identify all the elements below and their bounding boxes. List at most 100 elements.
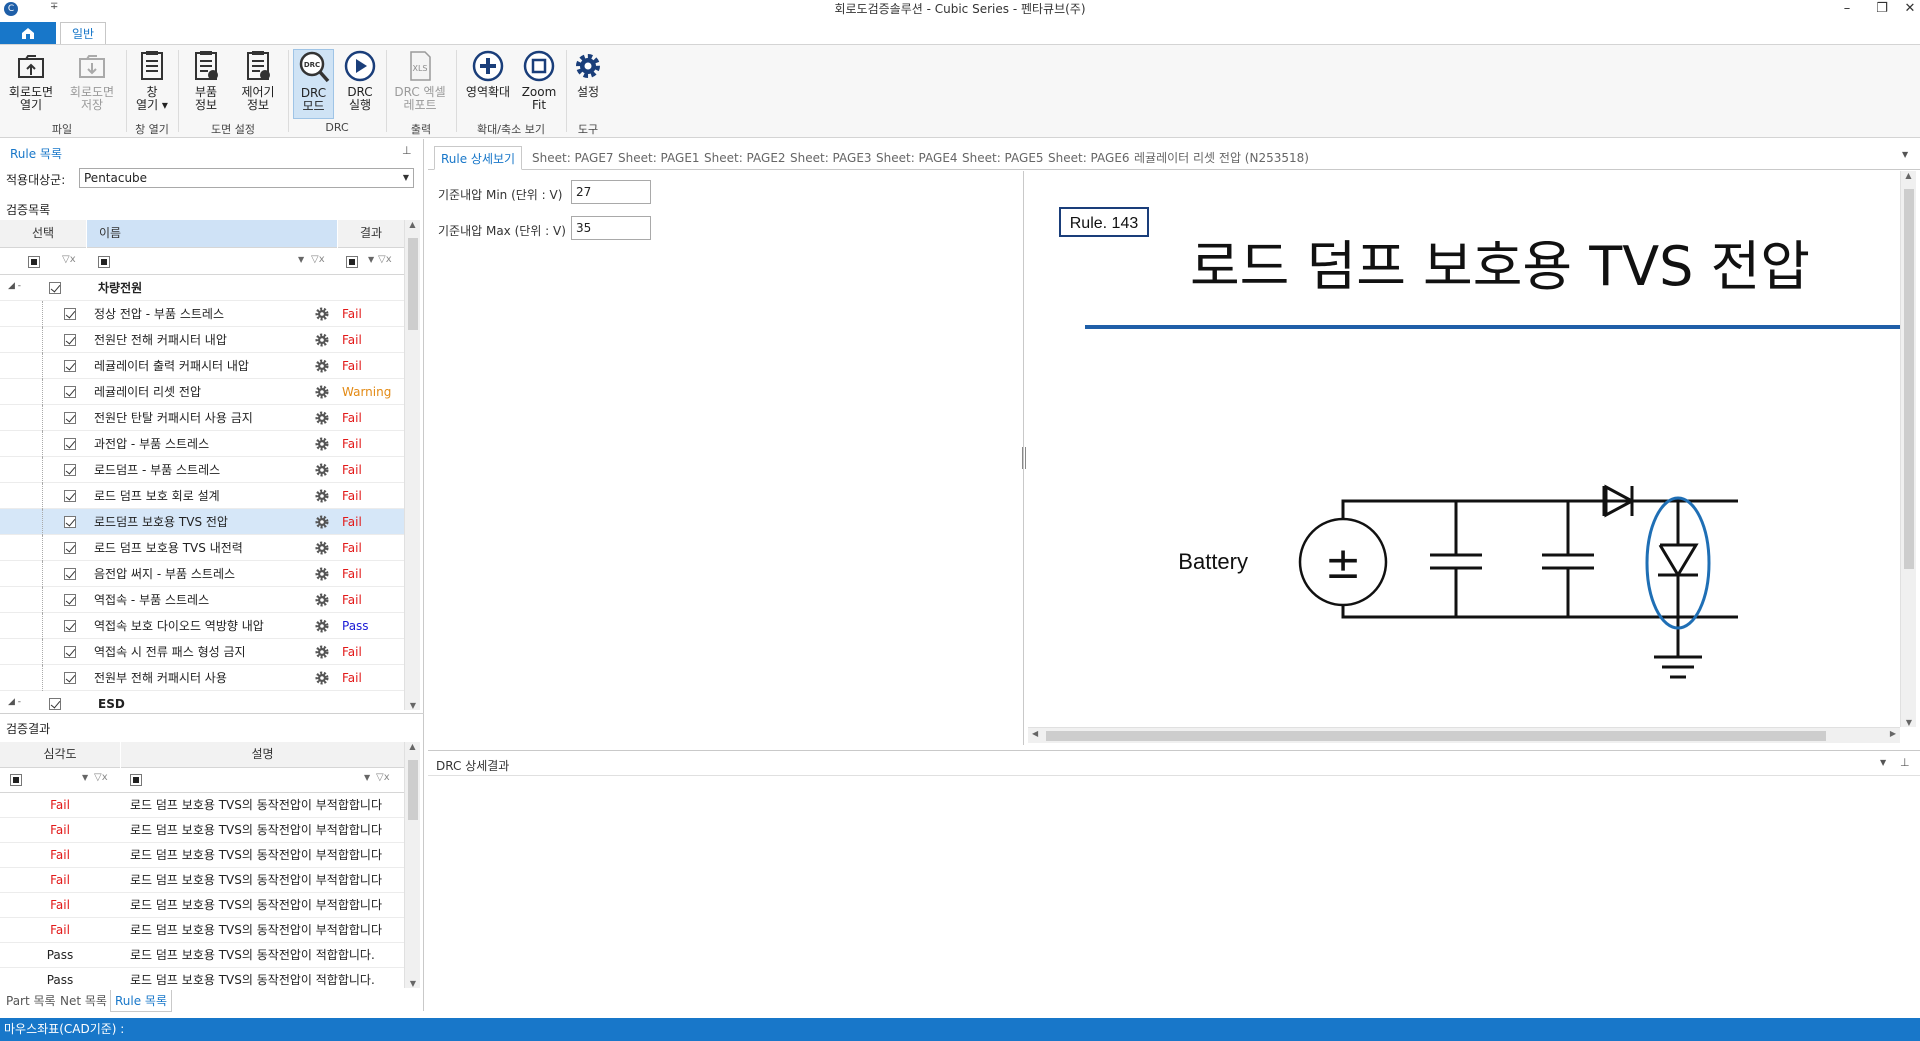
clear-filter-icon[interactable]: ▽x <box>94 772 108 783</box>
max-voltage-input[interactable]: 35 <box>571 216 651 240</box>
gear-icon[interactable] <box>314 644 330 660</box>
column-description[interactable]: 설명 <box>121 742 404 768</box>
part-info-button[interactable]: 부품 정보 <box>186 49 226 119</box>
filter-select-checkbox[interactable] <box>28 256 40 268</box>
scroll-up-icon[interactable]: ▲ <box>405 742 420 751</box>
collapse-icon[interactable]: ◢ - <box>8 281 21 291</box>
scroll-thumb[interactable] <box>1904 189 1914 569</box>
scroll-down-icon[interactable]: ▼ <box>1901 718 1917 727</box>
rule-row[interactable]: 전원단 전해 커패시터 내압 Fail <box>0 327 404 353</box>
group-row[interactable]: ◢ - ESD <box>0 691 404 710</box>
gear-icon[interactable] <box>314 436 330 452</box>
rule-checkbox[interactable] <box>64 386 76 398</box>
rule-checkbox[interactable] <box>64 646 76 658</box>
rule-row[interactable]: 역접속 보호 다이오드 역방향 내압 Pass <box>0 613 404 639</box>
viewer-horizontal-scrollbar[interactable]: ◀ ▶ <box>1028 727 1900 743</box>
result-row[interactable]: Fail 로드 덤프 보호용 TVS의 동작전압이 부적합합니다 <box>0 918 404 943</box>
rule-row[interactable]: 로드덤프 보호용 TVS 전압 Fail <box>0 509 404 535</box>
splitter[interactable] <box>0 713 424 714</box>
drc-run-button[interactable]: DRC 실행 <box>340 49 380 119</box>
clear-filter-icon[interactable]: ▽x <box>62 254 76 265</box>
clear-filter-icon[interactable]: ▽x <box>378 254 392 265</box>
tab-rule-list[interactable]: Rule 목록 <box>110 990 173 1012</box>
chevron-down-icon[interactable]: ▼ <box>1880 758 1886 767</box>
pin-icon[interactable]: ⊥ <box>1900 756 1910 769</box>
quick-access-menu[interactable]: ∓ <box>50 1 58 12</box>
tab-sheet-page4[interactable]: Sheet: PAGE4 <box>870 146 964 170</box>
viewer-vertical-scrollbar[interactable]: ▲ ▼ <box>1900 171 1916 727</box>
rule-checkbox[interactable] <box>64 594 76 606</box>
open-schematic-button[interactable]: 회로도면 열기 <box>4 49 58 119</box>
controller-info-button[interactable]: 제어기 정보 <box>236 49 280 119</box>
filter-result-checkbox[interactable] <box>346 256 358 268</box>
rule-row[interactable]: 역접속 - 부품 스트레스 Fail <box>0 587 404 613</box>
tab-rule-detail[interactable]: Rule 상세보기 <box>434 146 523 170</box>
group-checkbox[interactable] <box>49 282 61 294</box>
rule-row[interactable]: 과전압 - 부품 스트레스 Fail <box>0 431 404 457</box>
gear-icon[interactable] <box>314 670 330 686</box>
clear-filter-icon[interactable]: ▽x <box>376 772 390 783</box>
file-tab[interactable] <box>0 22 56 44</box>
filter-desc-checkbox[interactable] <box>130 774 142 786</box>
scroll-up-icon[interactable]: ▲ <box>405 220 420 229</box>
rule-row[interactable]: 레귤레이터 출력 커패시터 내압 Fail <box>0 353 404 379</box>
gear-icon[interactable] <box>314 488 330 504</box>
tab-sheet-page6[interactable]: Sheet: PAGE6 <box>1042 146 1136 170</box>
rule-row[interactable]: 정상 전압 - 부품 스트레스 Fail <box>0 301 404 327</box>
rule-row[interactable]: 로드덤프 - 부품 스트레스 Fail <box>0 457 404 483</box>
scroll-right-icon[interactable]: ▶ <box>1890 729 1896 738</box>
column-result[interactable]: 결과 <box>338 220 404 248</box>
rule-checkbox[interactable] <box>64 360 76 372</box>
gear-icon[interactable] <box>314 462 330 478</box>
chevron-down-icon[interactable]: ▼ <box>298 255 304 264</box>
chevron-down-icon[interactable]: ▼ <box>368 255 374 264</box>
gear-icon[interactable] <box>314 592 330 608</box>
save-schematic-button[interactable]: 회로도면 저장 <box>64 49 120 119</box>
filter-severity-checkbox[interactable] <box>10 774 22 786</box>
rule-checkbox[interactable] <box>64 620 76 632</box>
column-name[interactable]: 이름 <box>87 220 337 248</box>
settings-button[interactable]: 설정 <box>570 49 606 119</box>
rule-row[interactable]: 전원부 전해 커패시터 사용 Fail <box>0 665 404 691</box>
chevron-down-icon[interactable]: ▼ <box>1902 150 1908 159</box>
tab-part-list[interactable]: Part 목록 <box>2 990 60 1012</box>
rule-row[interactable]: 역접속 시 전류 패스 형성 금지 Fail <box>0 639 404 665</box>
rule-checkbox[interactable] <box>64 672 76 684</box>
rule-checkbox[interactable] <box>64 516 76 528</box>
rule-row[interactable]: 로드 덤프 보호용 TVS 내전력 Fail <box>0 535 404 561</box>
app-logo-icon[interactable]: C <box>4 2 18 16</box>
tab-sheet-page1[interactable]: Sheet: PAGE1 <box>612 146 706 170</box>
result-row[interactable]: Pass 로드 덤프 보호용 TVS의 동작전압이 적합합니다. <box>0 968 404 989</box>
rule-checkbox[interactable] <box>64 412 76 424</box>
rule-checkbox[interactable] <box>64 490 76 502</box>
rule-grid-scrollbar[interactable]: ▲ ▼ <box>404 220 420 710</box>
minimize-button[interactable]: – <box>1827 0 1867 20</box>
gear-icon[interactable] <box>314 358 330 374</box>
rule-checkbox[interactable] <box>64 438 76 450</box>
column-select[interactable]: 선택 <box>0 220 86 248</box>
open-window-button[interactable]: 창 열기 ▾ <box>132 49 172 119</box>
tab-sheet-page5[interactable]: Sheet: PAGE5 <box>956 146 1050 170</box>
gear-icon[interactable] <box>314 306 330 322</box>
tab-general[interactable]: 일반 <box>60 22 106 45</box>
scroll-down-icon[interactable]: ▼ <box>405 701 421 710</box>
result-row[interactable]: Pass 로드 덤프 보호용 TVS의 동작전압이 적합합니다. <box>0 943 404 968</box>
rule-checkbox[interactable] <box>64 308 76 320</box>
rule-checkbox[interactable] <box>64 334 76 346</box>
result-row[interactable]: Fail 로드 덤프 보호용 TVS의 동작전압이 부적합합니다 <box>0 843 404 868</box>
scroll-thumb[interactable] <box>408 238 418 330</box>
scroll-left-icon[interactable]: ◀ <box>1032 729 1038 738</box>
gear-icon[interactable] <box>314 566 330 582</box>
gear-icon[interactable] <box>314 332 330 348</box>
gear-icon[interactable] <box>314 384 330 400</box>
target-group-select[interactable]: Pentacube ▼ <box>79 168 414 188</box>
gear-icon[interactable] <box>314 410 330 426</box>
chevron-down-icon[interactable]: ▼ <box>364 773 370 782</box>
drc-excel-report-button[interactable]: XLS DRC 엑셀 레포트 <box>390 49 450 119</box>
gear-icon[interactable] <box>314 540 330 556</box>
group-checkbox[interactable] <box>49 698 61 710</box>
rule-checkbox[interactable] <box>64 542 76 554</box>
scroll-up-icon[interactable]: ▲ <box>1901 171 1916 180</box>
zoom-area-button[interactable]: 영역확대 <box>462 49 514 119</box>
pin-icon[interactable]: ⊥ <box>402 144 412 157</box>
